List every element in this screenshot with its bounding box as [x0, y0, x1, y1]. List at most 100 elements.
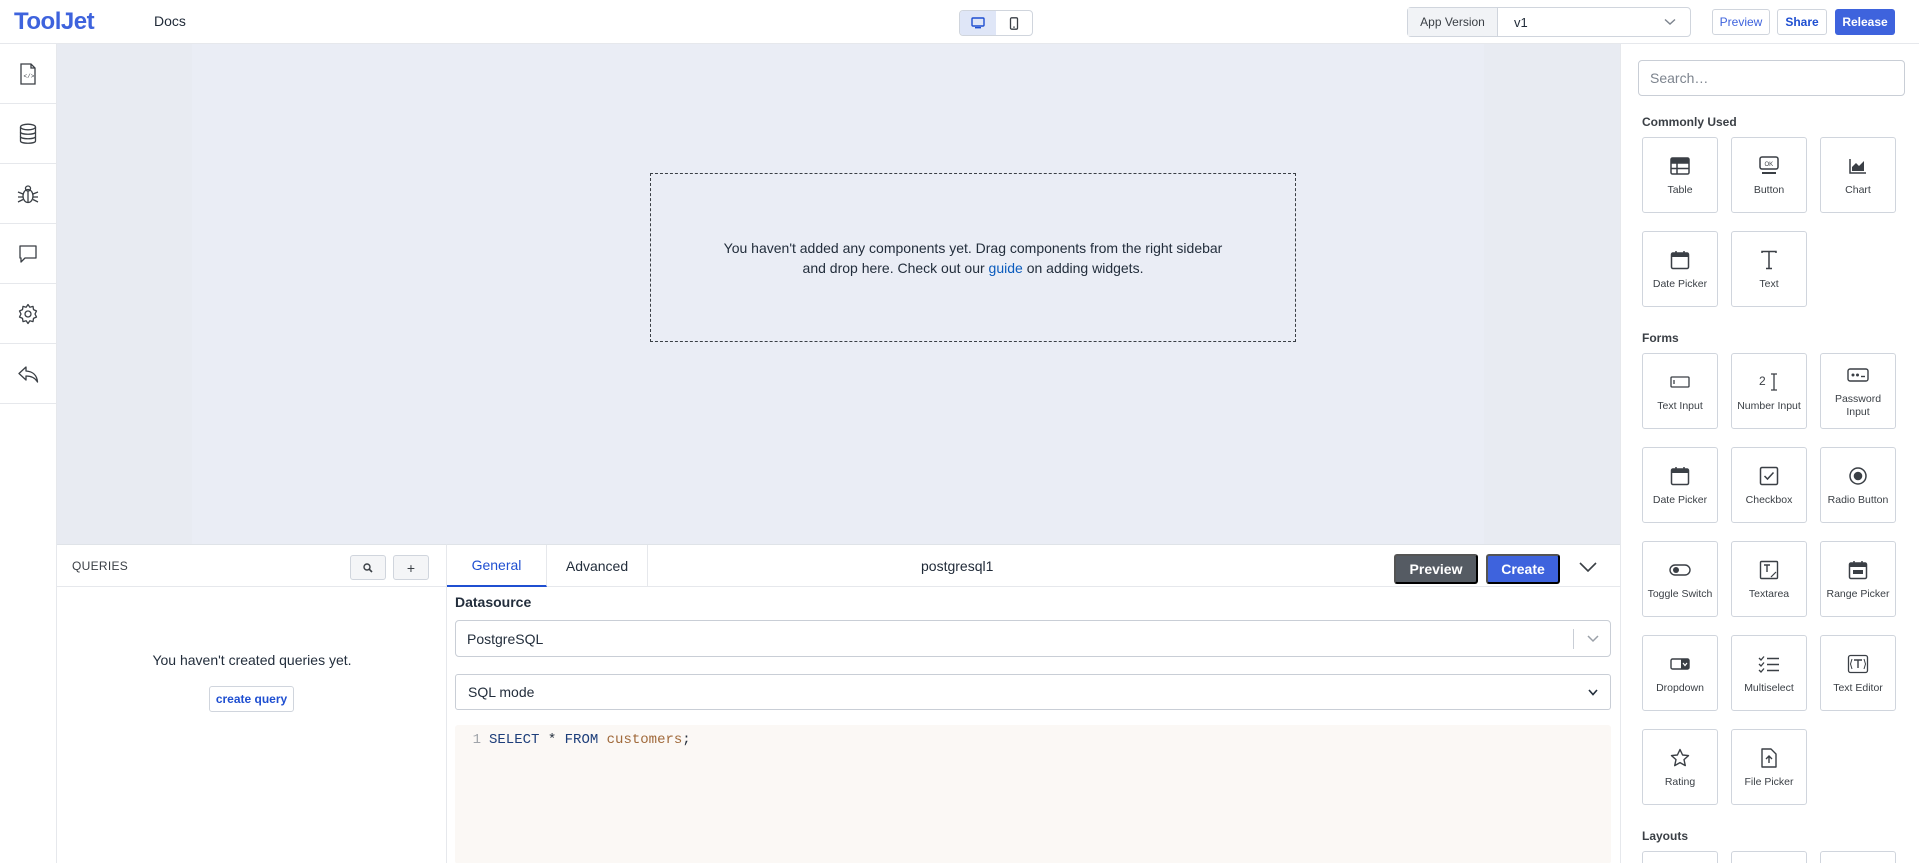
- widget-password-input[interactable]: Password Input: [1820, 353, 1896, 429]
- button-icon: OK: [1759, 155, 1779, 174]
- textarea-icon: [1759, 560, 1779, 579]
- section-layouts: Layouts: [1642, 829, 1689, 843]
- widget-layout-1[interactable]: [1642, 851, 1718, 863]
- chevron-down-icon: [1664, 18, 1676, 25]
- settings-icon: [18, 303, 38, 324]
- query-name[interactable]: postgresql1: [921, 558, 993, 574]
- sidebar-item-pages[interactable]: </>: [0, 44, 56, 104]
- widget-date-picker-form[interactable]: Date Picker: [1642, 447, 1718, 523]
- widget-radio-button[interactable]: Radio Button: [1820, 447, 1896, 523]
- widget-label: Range Picker: [1826, 587, 1890, 600]
- widget-text[interactable]: Text: [1731, 231, 1807, 307]
- table-icon: [1670, 156, 1690, 175]
- query-mode-select[interactable]: SQL mode: [455, 674, 1611, 710]
- widget-range-picker[interactable]: Range Picker: [1820, 541, 1896, 617]
- sidebar-item-debugger[interactable]: [0, 164, 56, 224]
- widget-chart[interactable]: Chart: [1820, 137, 1896, 213]
- widget-layout-3[interactable]: [1820, 851, 1896, 863]
- app-name[interactable]: Docs: [154, 13, 186, 29]
- app-version-label: App Version: [1408, 8, 1498, 36]
- widget-search-input[interactable]: [1638, 60, 1905, 96]
- back-icon: [18, 365, 39, 383]
- guide-link[interactable]: guide: [989, 260, 1023, 276]
- widget-sidebar: Commonly Used Table OK Button Chart Date…: [1620, 44, 1919, 863]
- editor-tabbar: General Advanced postgresql1 Preview Cre…: [447, 545, 1620, 587]
- sql-keyword-select: SELECT: [489, 732, 540, 748]
- left-sidebar: </>: [0, 44, 57, 863]
- widget-textarea[interactable]: Textarea: [1731, 541, 1807, 617]
- widget-layout-2[interactable]: [1731, 851, 1807, 863]
- widget-number-input[interactable]: 2 Number Input: [1731, 353, 1807, 429]
- debugger-icon: [17, 184, 39, 203]
- pages-icon: </>: [20, 62, 36, 85]
- app-canvas[interactable]: You haven't added any components yet. Dr…: [192, 44, 1484, 544]
- add-query-button[interactable]: +: [393, 555, 429, 580]
- desktop-layout-button[interactable]: [960, 11, 996, 35]
- create-button[interactable]: Create: [1486, 554, 1560, 584]
- chevron-down-icon: [1588, 689, 1598, 696]
- widget-table[interactable]: Table: [1642, 137, 1718, 213]
- sql-table-name: customers: [606, 732, 683, 748]
- widget-label: Radio Button: [1827, 493, 1889, 506]
- create-query-button[interactable]: create query: [209, 686, 294, 712]
- sidebar-item-datasources[interactable]: [0, 104, 56, 164]
- widget-button[interactable]: OK Button: [1731, 137, 1807, 213]
- svg-text:OK: OK: [1765, 162, 1774, 168]
- sidebar-item-comments[interactable]: [0, 224, 56, 284]
- chevron-down-icon: [1587, 635, 1599, 643]
- collapse-editor-button[interactable]: [1576, 557, 1600, 577]
- widget-multiselect[interactable]: Multiselect: [1731, 635, 1807, 711]
- empty-canvas-line2-post: on adding widgets.: [1022, 259, 1144, 276]
- widget-date-picker[interactable]: Date Picker: [1642, 231, 1718, 307]
- app-version-selector[interactable]: App Version v1: [1407, 7, 1691, 37]
- file-picker-icon: [1761, 747, 1777, 768]
- sql-code-editor[interactable]: 1 SELECT * FROM customers;: [455, 725, 1611, 863]
- preview-query-button[interactable]: Preview: [1394, 554, 1478, 584]
- mobile-icon: [1009, 16, 1019, 30]
- tab-advanced[interactable]: Advanced: [547, 545, 648, 587]
- widget-label: Textarea: [1748, 587, 1790, 600]
- password-input-icon: [1847, 368, 1869, 382]
- empty-canvas-line2-pre: and drop here. Check out our: [802, 259, 989, 276]
- text-editor-icon: [1847, 654, 1869, 673]
- widget-text-input[interactable]: Text Input: [1642, 353, 1718, 429]
- number-input-icon: 2: [1759, 372, 1777, 391]
- tooljet-logo[interactable]: ToolJet: [14, 8, 95, 36]
- radio-icon: [1849, 466, 1867, 485]
- desktop-icon: [971, 17, 985, 29]
- preview-app-button[interactable]: Preview: [1712, 9, 1770, 35]
- queries-title: QUERIES: [72, 559, 129, 573]
- sidebar-item-back[interactable]: [0, 344, 56, 404]
- top-header: ToolJet Docs App Version v1 Preview Shar…: [0, 0, 1919, 44]
- datasource-select[interactable]: PostgreSQL: [455, 620, 1611, 657]
- mobile-layout-button[interactable]: [996, 11, 1032, 35]
- calendar-icon: [1670, 250, 1690, 269]
- empty-canvas-line1: You haven't added any components yet. Dr…: [723, 239, 1223, 256]
- search-queries-button[interactable]: [350, 555, 386, 580]
- widget-toggle-switch[interactable]: Toggle Switch: [1642, 541, 1718, 617]
- widget-label: Chart: [1845, 183, 1871, 196]
- tab-general[interactable]: General: [447, 545, 547, 587]
- sql-operator: *: [539, 732, 565, 748]
- sql-terminator: ;: [682, 732, 691, 748]
- share-button[interactable]: Share: [1777, 9, 1827, 35]
- widget-checkbox[interactable]: Checkbox: [1731, 447, 1807, 523]
- app-version-dropdown[interactable]: v1: [1498, 8, 1690, 36]
- widget-label: Text: [1759, 277, 1779, 290]
- widget-label: Password Input: [1834, 393, 1882, 418]
- widget-dropdown[interactable]: Dropdown: [1642, 635, 1718, 711]
- svg-text:</>: </>: [24, 73, 35, 80]
- empty-canvas-message: You haven't added any components yet. Dr…: [724, 238, 1223, 278]
- dropdown-icon: [1670, 657, 1690, 670]
- widget-file-picker[interactable]: File Picker: [1731, 729, 1807, 805]
- widget-text-editor[interactable]: Text Editor: [1820, 635, 1896, 711]
- multiselect-icon: [1758, 655, 1779, 673]
- widget-rating[interactable]: Rating: [1642, 729, 1718, 805]
- toggle-icon: [1669, 563, 1691, 576]
- release-button[interactable]: Release: [1835, 9, 1895, 35]
- sidebar-item-settings[interactable]: [0, 284, 56, 344]
- checkbox-icon: [1759, 466, 1779, 485]
- database-icon: [19, 123, 37, 144]
- search-icon: [363, 562, 373, 573]
- empty-canvas-dropzone[interactable]: You haven't added any components yet. Dr…: [650, 173, 1296, 342]
